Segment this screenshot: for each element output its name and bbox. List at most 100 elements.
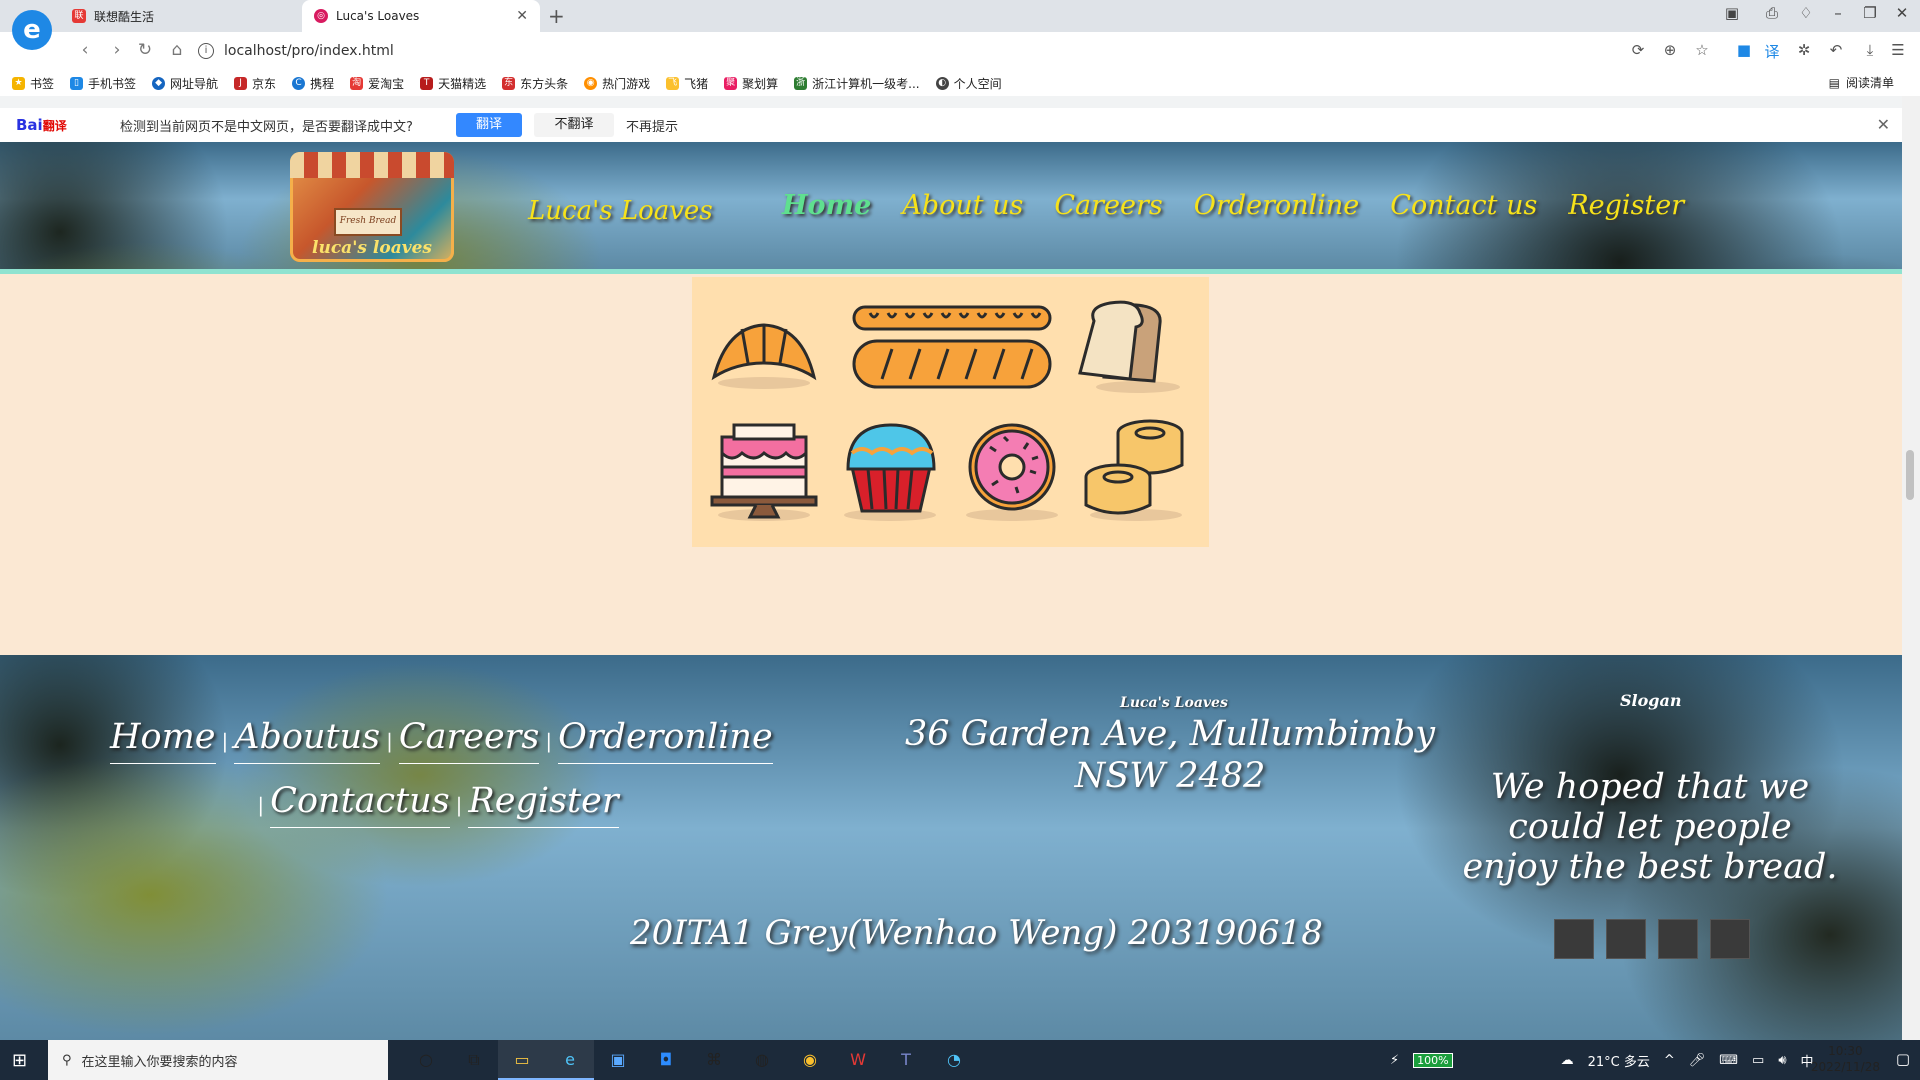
slogan-text: We hoped that we could let people enjoy …	[1462, 767, 1838, 887]
social-links	[1554, 919, 1750, 959]
nav-orderonline[interactable]: Orderonline	[1194, 190, 1360, 221]
bookmark-item[interactable]: J 京东	[234, 75, 276, 92]
tab-lenovo[interactable]: 联 联想酷生活	[60, 0, 300, 32]
bookmark-item[interactable]: ◐ 个人空间	[935, 75, 1002, 92]
close-tab-icon[interactable]: ✕	[516, 8, 528, 24]
footer-link-home[interactable]: Home	[110, 717, 216, 764]
network-icon[interactable]: ▭	[1752, 1053, 1764, 1068]
file-explorer-icon[interactable]: ▭	[498, 1040, 546, 1080]
keyboard-icon[interactable]: ⌨	[1719, 1053, 1738, 1068]
game-controller-icon[interactable]: ⌘	[690, 1040, 738, 1080]
nav-about-us[interactable]: About us	[902, 190, 1023, 221]
home-icon[interactable]: ⌂	[166, 40, 188, 60]
restore-icon[interactable]: ❐	[1858, 4, 1882, 22]
social-icon[interactable]	[1554, 919, 1594, 959]
bookmark-item[interactable]: 聚聚划算	[724, 75, 778, 92]
taskbar-search[interactable]: ⚲ 在这里输入你要搜索的内容	[48, 1040, 388, 1080]
close-window-icon[interactable]: ✕	[1890, 4, 1914, 22]
minimize-icon[interactable]: –	[1826, 4, 1850, 22]
steam-icon[interactable]: ◍	[738, 1040, 786, 1080]
bookmark-item[interactable]: ◉ 热门游戏	[584, 75, 650, 92]
nav-careers[interactable]: Careers	[1054, 190, 1162, 221]
edge-browser-icon[interactable]: e	[546, 1040, 594, 1080]
site-logo[interactable]: Fresh Bread luca's loaves	[290, 152, 454, 262]
footer-link-register[interactable]: Register	[468, 781, 619, 828]
zoom-app-icon[interactable]: ◘	[642, 1040, 690, 1080]
store-icon[interactable]: ▣	[594, 1040, 642, 1080]
bookmark-item[interactable]: 东东方头条	[502, 75, 568, 92]
windows-start-icon[interactable]: ⊞	[12, 1050, 27, 1071]
tab-lucas-loaves[interactable]: ◎ Luca's Loaves ✕	[302, 0, 540, 32]
bookmark-item[interactable]: ★ 书签	[12, 75, 54, 92]
social-icon[interactable]	[1710, 919, 1750, 959]
back-icon[interactable]: ‹	[74, 40, 96, 60]
menu-icon[interactable]: ☰	[1886, 41, 1910, 59]
weather-text[interactable]: 21°C 多云	[1588, 1051, 1650, 1070]
translate-button[interactable]: 翻译	[456, 113, 522, 137]
footer-link-orderonline[interactable]: Orderonline	[558, 717, 773, 764]
cortana-icon[interactable]: ○	[402, 1040, 450, 1080]
social-icon[interactable]	[1658, 919, 1698, 959]
nav-contact-us[interactable]: Contact us	[1390, 190, 1537, 221]
bookmark-item[interactable]: C 携程	[292, 75, 334, 92]
new-tab-icon[interactable]: +	[548, 4, 565, 28]
teams-icon[interactable]: T	[882, 1040, 930, 1080]
close-translate-bar-icon[interactable]: ✕	[1877, 115, 1890, 134]
browser-2-icon[interactable]: ◔	[930, 1040, 978, 1080]
taskbar-search-placeholder: 在这里输入你要搜索的内容	[81, 1054, 238, 1070]
reading-list[interactable]: ▤ 阅读清单	[1829, 74, 1894, 91]
tab-title: Luca's Loaves	[336, 9, 420, 23]
site-info-icon[interactable]: i	[198, 43, 214, 59]
chrome-icon[interactable]: ◉	[786, 1040, 834, 1080]
nav-home[interactable]: Home	[782, 190, 871, 221]
social-icon[interactable]	[1606, 919, 1646, 959]
footer-link-careers[interactable]: Careers	[398, 717, 540, 764]
translate-ext-icon[interactable]: 译	[1760, 41, 1784, 62]
undo-icon[interactable]: ↶	[1824, 41, 1848, 59]
page-scrollbar[interactable]	[1902, 96, 1920, 1040]
bookmark-item[interactable]: 浙浙江计算机一级考...	[794, 75, 920, 92]
croissant-icon	[711, 323, 817, 389]
extension-1-icon[interactable]: ■	[1732, 41, 1756, 59]
site-title: Luca's Loaves	[528, 196, 713, 226]
skin-icon[interactable]: ♢	[1794, 4, 1818, 22]
volume-icon[interactable]: 🔊︎	[1778, 1053, 1786, 1068]
jd-icon: J	[234, 76, 248, 90]
browser-logo-icon[interactable]: e	[12, 10, 52, 50]
extensions-icon[interactable]: ✲	[1792, 41, 1816, 59]
share-icon[interactable]: ⟳	[1626, 41, 1650, 59]
notification-icon[interactable]: ▢	[1896, 1050, 1910, 1068]
mic-icon[interactable]: 🎤︎	[1689, 1053, 1706, 1068]
taskbar-clock[interactable]: 10:30 2022/11/28	[1811, 1043, 1880, 1075]
star-icon[interactable]: ☆	[1690, 41, 1714, 59]
tray-chevron-icon[interactable]: ^	[1664, 1053, 1675, 1068]
logo-script: luca's loaves	[312, 238, 432, 258]
taobao-icon: 淘	[350, 76, 364, 90]
toutiao-icon: 东	[502, 76, 516, 90]
no-translate-button[interactable]: 不翻译	[534, 113, 614, 137]
nav-register[interactable]: Register	[1568, 190, 1684, 221]
tab-title: 联想酷生活	[94, 9, 155, 24]
zoom-icon[interactable]: ⊕	[1658, 41, 1682, 59]
task-view-icon[interactable]: ⧉	[450, 1040, 498, 1080]
bookmark-item[interactable]: 淘爱淘宝	[350, 75, 404, 92]
logo-sign: Fresh Bread	[334, 208, 402, 236]
footer-link-aboutus[interactable]: Aboutus	[234, 717, 381, 764]
bookmark-item[interactable]: ◆ 网址导航	[152, 75, 218, 92]
wps-icon[interactable]: W	[834, 1040, 882, 1080]
address-bar[interactable]: i localhost/pro/index.html	[198, 38, 1638, 64]
cast-icon[interactable]: ⎙	[1760, 4, 1784, 22]
site-favicon-icon: ◎	[314, 9, 328, 23]
download-icon[interactable]: ⤓	[1858, 41, 1882, 59]
forward-icon[interactable]: ›	[106, 40, 128, 60]
scrollbar-thumb[interactable]	[1906, 450, 1914, 500]
never-prompt-button[interactable]: 不再提示	[626, 116, 678, 135]
tab-list-icon[interactable]: ▣	[1720, 4, 1744, 22]
bookmark-item[interactable]: ▯ 手机书签	[70, 75, 136, 92]
reload-icon[interactable]: ↻	[134, 40, 156, 60]
bookmark-item[interactable]: T 天猫精选	[420, 75, 486, 92]
baguette-icon	[852, 305, 1052, 389]
footer-link-contactus[interactable]: Contactus	[270, 781, 450, 828]
battery-indicator[interactable]: 100%	[1413, 1052, 1453, 1068]
bookmark-item[interactable]: 飞飞猪	[666, 75, 708, 92]
